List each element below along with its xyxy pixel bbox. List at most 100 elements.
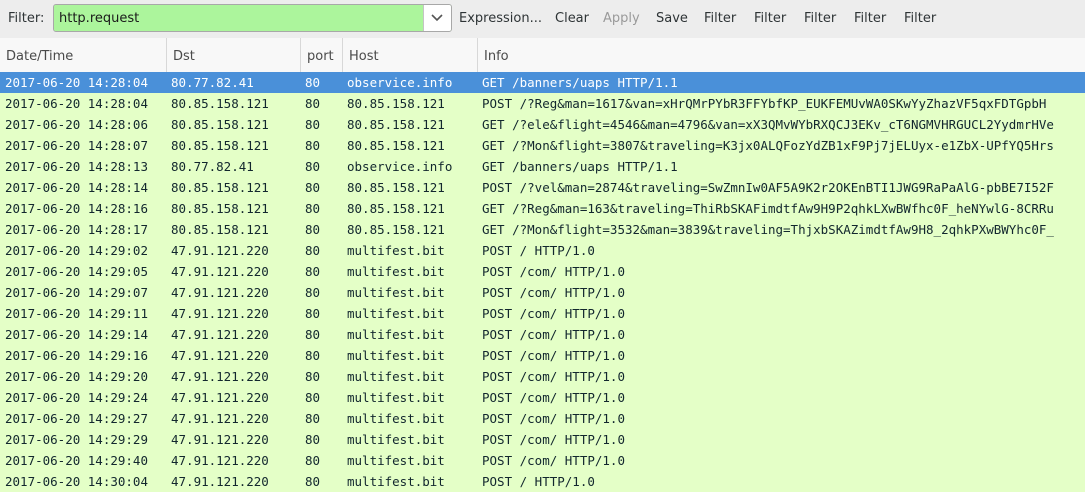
column-header-info[interactable]: Info (478, 38, 1085, 72)
filter-button-3[interactable]: Filter (804, 11, 836, 26)
cell-dst: 47.91.121.220 (171, 306, 269, 321)
cell-info: POST /com/ HTTP/1.0 (482, 411, 625, 426)
cell-port: 80 (305, 348, 321, 363)
column-header-host[interactable]: Host (343, 38, 478, 72)
cell-info: POST /com/ HTTP/1.0 (482, 285, 625, 300)
cell-info: POST /?vel&man=2874&traveling=SwZmnIw0AF… (482, 180, 1054, 195)
packet-row[interactable]: 2017-06-20 14:28:06 80.85.158.121 80 80.85.… (0, 114, 1085, 135)
cell-info: POST /com/ HTTP/1.0 (482, 348, 625, 363)
cell-dst: 80.77.82.41 (171, 159, 254, 174)
cell-datetime: 2017-06-20 14:28:14 (5, 180, 148, 195)
packet-row[interactable]: 2017-06-20 14:28:13 80.77.82.41 80 observic… (0, 156, 1085, 177)
cell-dst: 47.91.121.220 (171, 348, 269, 363)
cell-dst: 80.85.158.121 (171, 222, 269, 237)
cell-dst: 80.85.158.121 (171, 96, 269, 111)
cell-host: 80.85.158.121 (347, 96, 445, 111)
cell-info: GET /banners/uaps HTTP/1.1 (482, 75, 678, 90)
cell-datetime: 2017-06-20 14:29:11 (5, 306, 148, 321)
packet-row[interactable]: 2017-06-20 14:29:11 47.91.121.220 80 multif… (0, 303, 1085, 324)
cell-port: 80 (305, 222, 321, 237)
filter-history-dropdown[interactable] (423, 5, 451, 31)
cell-port: 80 (305, 432, 321, 447)
cell-port: 80 (305, 390, 321, 405)
cell-port: 80 (305, 369, 321, 384)
packet-list-header: Date/Time Dst port Host Info (0, 38, 1085, 73)
packet-row[interactable]: 2017-06-20 14:29:20 47.91.121.220 80 multif… (0, 366, 1085, 387)
cell-port: 80 (305, 411, 321, 426)
packet-row[interactable]: 2017-06-20 14:29:05 47.91.121.220 80 multif… (0, 261, 1085, 282)
packet-row[interactable]: 2017-06-20 14:28:14 80.85.158.121 80 80.85.… (0, 177, 1085, 198)
packet-list[interactable]: 2017-06-20 14:28:04 80.77.82.41 80 observic… (0, 72, 1085, 493)
packet-row[interactable]: 2017-06-20 14:29:40 47.91.121.220 80 multif… (0, 450, 1085, 471)
packet-row[interactable]: 2017-06-20 14:28:04 80.77.82.41 80 observic… (0, 72, 1085, 93)
cell-port: 80 (305, 453, 321, 468)
cell-port: 80 (305, 180, 321, 195)
display-filter-toolbar: Filter: Expression... Clear Apply Save F… (0, 0, 1085, 39)
cell-host: multifest.bit (347, 285, 445, 300)
packet-row[interactable]: 2017-06-20 14:29:07 47.91.121.220 80 multif… (0, 282, 1085, 303)
cell-dst: 47.91.121.220 (171, 390, 269, 405)
cell-datetime: 2017-06-20 14:28:06 (5, 117, 148, 132)
packet-row[interactable]: 2017-06-20 14:29:02 47.91.121.220 80 multif… (0, 240, 1085, 261)
cell-info: POST /com/ HTTP/1.0 (482, 390, 625, 405)
cell-host: observice.info (347, 159, 453, 174)
cell-datetime: 2017-06-20 14:28:07 (5, 138, 148, 153)
cell-port: 80 (305, 117, 321, 132)
cell-datetime: 2017-06-20 14:29:14 (5, 327, 148, 342)
cell-dst: 80.85.158.121 (171, 201, 269, 216)
column-header-port[interactable]: port (301, 38, 343, 72)
cell-host: observice.info (347, 75, 453, 90)
packet-row[interactable]: 2017-06-20 14:28:17 80.85.158.121 80 80.85.… (0, 219, 1085, 240)
cell-info: POST /com/ HTTP/1.0 (482, 327, 625, 342)
column-header-dst[interactable]: Dst (167, 38, 301, 72)
packet-row[interactable]: 2017-06-20 14:29:24 47.91.121.220 80 multif… (0, 387, 1085, 408)
cell-host: 80.85.158.121 (347, 138, 445, 153)
filter-button-4[interactable]: Filter (854, 11, 886, 26)
chevron-down-icon (431, 14, 443, 22)
cell-info: GET /?Reg&man=163&traveling=ThiRbSKAFimd… (482, 201, 1054, 216)
cell-host: 80.85.158.121 (347, 201, 445, 216)
cell-datetime: 2017-06-20 14:29:20 (5, 369, 148, 384)
cell-datetime: 2017-06-20 14:28:04 (5, 75, 148, 90)
cell-port: 80 (305, 96, 321, 111)
cell-datetime: 2017-06-20 14:29:24 (5, 390, 148, 405)
expression-button[interactable]: Expression... (459, 11, 542, 26)
cell-dst: 47.91.121.220 (171, 369, 269, 384)
filter-combo[interactable] (53, 4, 452, 32)
packet-row[interactable]: 2017-06-20 14:29:29 47.91.121.220 80 multif… (0, 429, 1085, 450)
cell-host: 80.85.158.121 (347, 117, 445, 132)
cell-dst: 47.91.121.220 (171, 243, 269, 258)
cell-host: multifest.bit (347, 327, 445, 342)
cell-info: POST /com/ HTTP/1.0 (482, 432, 625, 447)
cell-host: multifest.bit (347, 474, 445, 489)
cell-info: POST /com/ HTTP/1.0 (482, 264, 625, 279)
cell-dst: 80.85.158.121 (171, 138, 269, 153)
column-header-datetime[interactable]: Date/Time (0, 38, 167, 72)
clear-button[interactable]: Clear (555, 11, 589, 26)
cell-host: 80.85.158.121 (347, 180, 445, 195)
packet-row[interactable]: 2017-06-20 14:29:14 47.91.121.220 80 multif… (0, 324, 1085, 345)
cell-datetime: 2017-06-20 14:29:05 (5, 264, 148, 279)
filter-label: Filter: (8, 11, 45, 26)
cell-host: multifest.bit (347, 264, 445, 279)
cell-datetime: 2017-06-20 14:28:13 (5, 159, 148, 174)
packet-row[interactable]: 2017-06-20 14:28:07 80.85.158.121 80 80.85.… (0, 135, 1085, 156)
filter-input[interactable] (54, 5, 424, 31)
packet-row[interactable]: 2017-06-20 14:30:04 47.91.121.220 80 multif… (0, 471, 1085, 492)
packet-row[interactable]: 2017-06-20 14:28:04 80.85.158.121 80 80.85.… (0, 93, 1085, 114)
cell-port: 80 (305, 201, 321, 216)
cell-info: POST /com/ HTTP/1.0 (482, 369, 625, 384)
filter-button-1[interactable]: Filter (704, 11, 736, 26)
cell-datetime: 2017-06-20 14:28:17 (5, 222, 148, 237)
save-filter-button[interactable]: Save (656, 11, 688, 26)
packet-row[interactable]: 2017-06-20 14:28:16 80.85.158.121 80 80.85.… (0, 198, 1085, 219)
cell-port: 80 (305, 474, 321, 489)
filter-button-5[interactable]: Filter (904, 11, 936, 26)
cell-host: multifest.bit (347, 390, 445, 405)
cell-datetime: 2017-06-20 14:28:16 (5, 201, 148, 216)
packet-row[interactable]: 2017-06-20 14:29:27 47.91.121.220 80 multif… (0, 408, 1085, 429)
packet-row[interactable]: 2017-06-20 14:29:16 47.91.121.220 80 multif… (0, 345, 1085, 366)
cell-info: POST /com/ HTTP/1.0 (482, 306, 625, 321)
filter-button-2[interactable]: Filter (754, 11, 786, 26)
apply-button[interactable]: Apply (603, 11, 640, 26)
